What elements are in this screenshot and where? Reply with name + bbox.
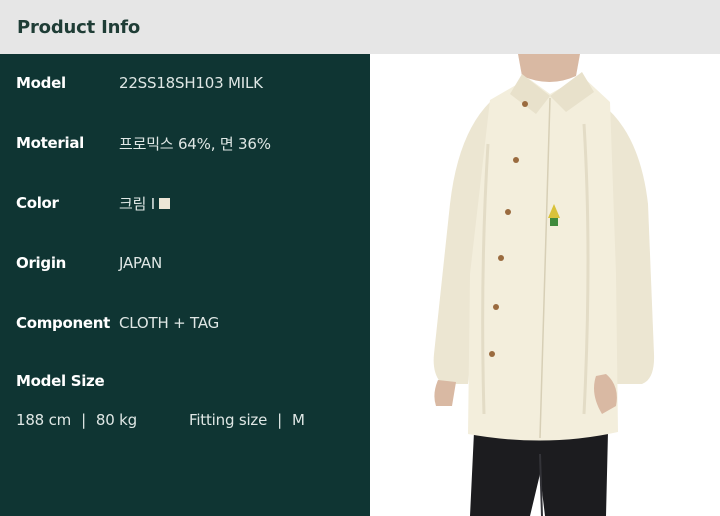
spec-label: Model xyxy=(16,74,66,92)
spec-row-component: Component CLOTH + TAG xyxy=(16,311,219,335)
spec-row-material: Moterial 프로믹스 64%, 면 36% xyxy=(16,131,271,155)
product-photo xyxy=(370,54,720,516)
spec-label: Component xyxy=(16,314,110,332)
fitting-size-label: Fitting size xyxy=(189,411,268,429)
spec-label: Origin xyxy=(16,254,67,272)
model-size-label: Model Size xyxy=(16,372,105,390)
spec-value: 프로믹스 64%, 면 36% xyxy=(119,134,271,153)
spec-value: 크림 I xyxy=(119,194,155,213)
spec-value: 22SS18SH103 MILK xyxy=(119,74,263,92)
spec-row-model: Model 22SS18SH103 MILK xyxy=(16,71,263,95)
spec-value: JAPAN xyxy=(119,254,162,272)
model-height: 188 cm xyxy=(16,411,72,429)
spec-value: CLOTH + TAG xyxy=(119,314,220,332)
spec-row-color: Color 크림 I xyxy=(16,191,170,215)
spec-label: Color xyxy=(16,194,59,212)
model-size-line: 188 cm | 80 kg Fitting size | M xyxy=(16,411,305,429)
spec-label: Moterial xyxy=(16,134,84,152)
product-info-header: Product Info xyxy=(0,0,720,54)
spec-panel: Model 22SS18SH103 MILK Moterial 프로믹스 64%… xyxy=(0,54,370,516)
divider: | xyxy=(277,411,282,429)
divider: | xyxy=(81,411,86,429)
spec-row-origin: Origin JAPAN xyxy=(16,251,162,275)
fitting-size-value: M xyxy=(291,411,305,429)
model-weight: 80 kg xyxy=(95,411,137,429)
shirt-illustration xyxy=(433,54,655,516)
page-title: Product Info xyxy=(17,16,140,38)
color-swatch xyxy=(159,197,170,209)
